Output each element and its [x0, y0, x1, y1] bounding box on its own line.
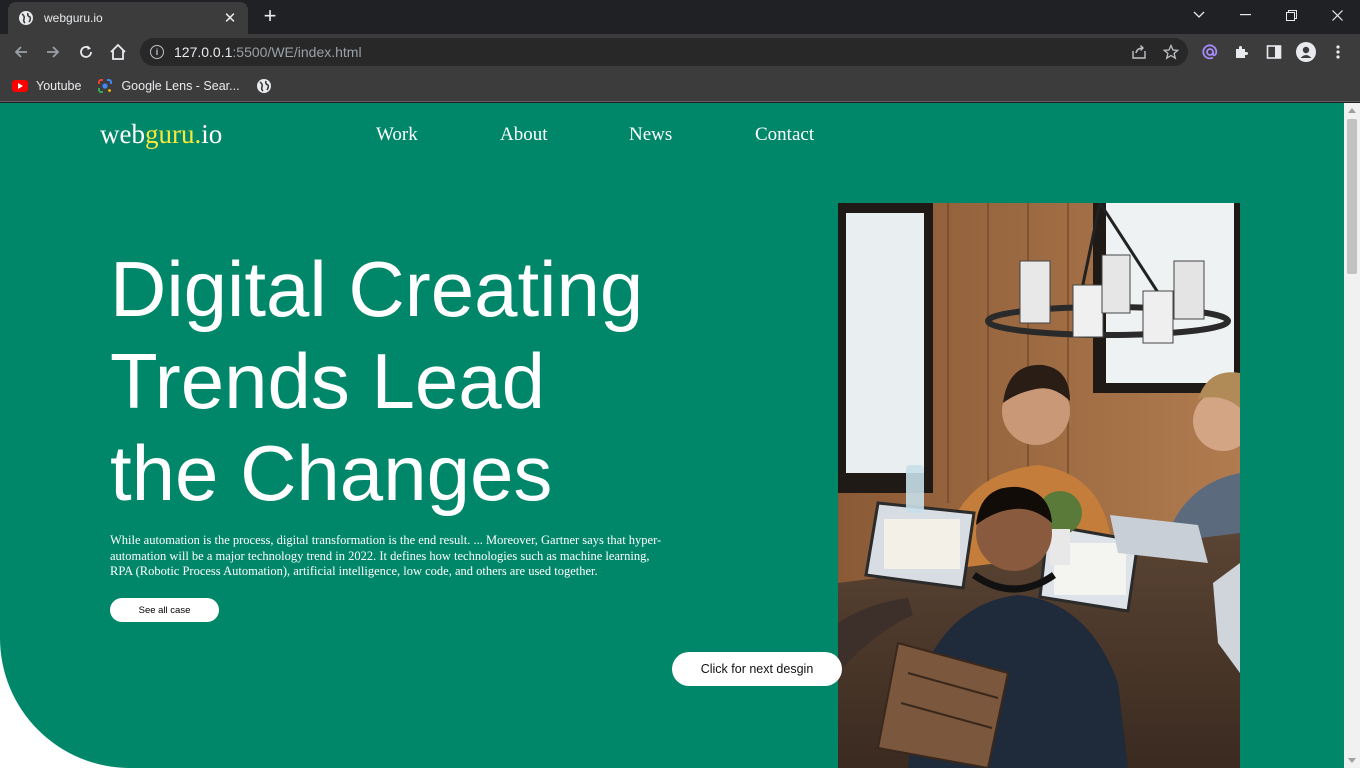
share-icon[interactable]	[1130, 43, 1148, 61]
headline-line-2: Trends Lead	[110, 337, 546, 425]
url-host: 127.0.0.1	[174, 44, 233, 60]
hero-description: While automation is the process, digital…	[110, 533, 662, 578]
bookmark-label: Google Lens - Sear...	[121, 78, 240, 93]
tab-title: webguru.io	[44, 11, 103, 25]
logo-text-highlight: guru.	[144, 119, 202, 149]
page-scrollbar[interactable]	[1344, 103, 1360, 768]
youtube-icon	[12, 78, 28, 94]
scroll-up-arrow-icon[interactable]	[1348, 108, 1356, 113]
reload-icon[interactable]	[73, 39, 99, 65]
new-tab-button[interactable]: +	[258, 5, 282, 29]
site-logo[interactable]: webguru.io	[100, 119, 222, 150]
logo-text-main: web	[100, 119, 145, 149]
nav-link-work[interactable]: Work	[376, 124, 418, 146]
browser-titlebar: webguru.io ✕ +	[0, 0, 1360, 34]
google-lens-icon	[97, 78, 113, 94]
browser-tab[interactable]: webguru.io ✕	[8, 2, 248, 34]
profile-avatar-icon[interactable]	[1296, 42, 1316, 62]
extensions-puzzle-icon[interactable]	[1233, 43, 1251, 61]
side-panel-icon[interactable]	[1265, 43, 1283, 61]
home-icon[interactable]	[105, 39, 131, 65]
globe-icon	[256, 78, 272, 94]
see-all-case-button[interactable]: See all case	[110, 598, 219, 622]
scrollbar-thumb[interactable]	[1347, 119, 1357, 274]
address-bar[interactable]: i 127.0.0.1:5500/WE/index.html	[140, 38, 1188, 66]
browser-toolbar: i 127.0.0.1:5500/WE/index.html	[0, 34, 1360, 70]
forward-arrow-icon[interactable]	[40, 39, 66, 65]
extension-at-icon[interactable]	[1201, 43, 1219, 61]
headline-line-3: the Changes	[110, 429, 553, 517]
logo-text-tail: io	[201, 119, 223, 149]
hero-headline: Digital Creating Trends Lead the Changes	[110, 243, 810, 519]
bookmark-youtube[interactable]: Youtube	[12, 78, 81, 94]
nav-link-about[interactable]: About	[500, 124, 548, 146]
bookmark-star-icon[interactable]	[1162, 43, 1180, 61]
bookmark-label: Youtube	[36, 78, 82, 93]
minimize-icon[interactable]	[1222, 0, 1268, 30]
bookmark-google-lens[interactable]: Google Lens - Sear...	[97, 78, 240, 94]
headline-line-1: Digital Creating	[110, 245, 644, 333]
hero-photo-team-working	[838, 203, 1240, 768]
scroll-down-arrow-icon[interactable]	[1348, 758, 1356, 763]
globe-icon	[18, 10, 34, 26]
bookmark-globe[interactable]	[256, 78, 280, 94]
page-viewport: webguru.io Work About News Contact Digit…	[0, 103, 1344, 768]
close-icon[interactable]	[1314, 0, 1360, 30]
chevron-down-icon[interactable]	[1176, 0, 1222, 30]
restore-icon[interactable]	[1268, 0, 1314, 30]
close-tab-icon[interactable]: ✕	[222, 9, 238, 27]
bookmarks-bar: Youtube Google Lens - Sear...	[0, 70, 1360, 102]
site-info-icon[interactable]: i	[150, 45, 164, 59]
next-design-button[interactable]: Click for next desgin	[672, 652, 842, 686]
kebab-menu-icon[interactable]	[1329, 43, 1347, 61]
nav-link-news[interactable]: News	[629, 124, 672, 146]
back-arrow-icon[interactable]	[8, 39, 34, 65]
nav-link-contact[interactable]: Contact	[755, 124, 814, 146]
url-path: :5500/WE/index.html	[232, 44, 362, 60]
